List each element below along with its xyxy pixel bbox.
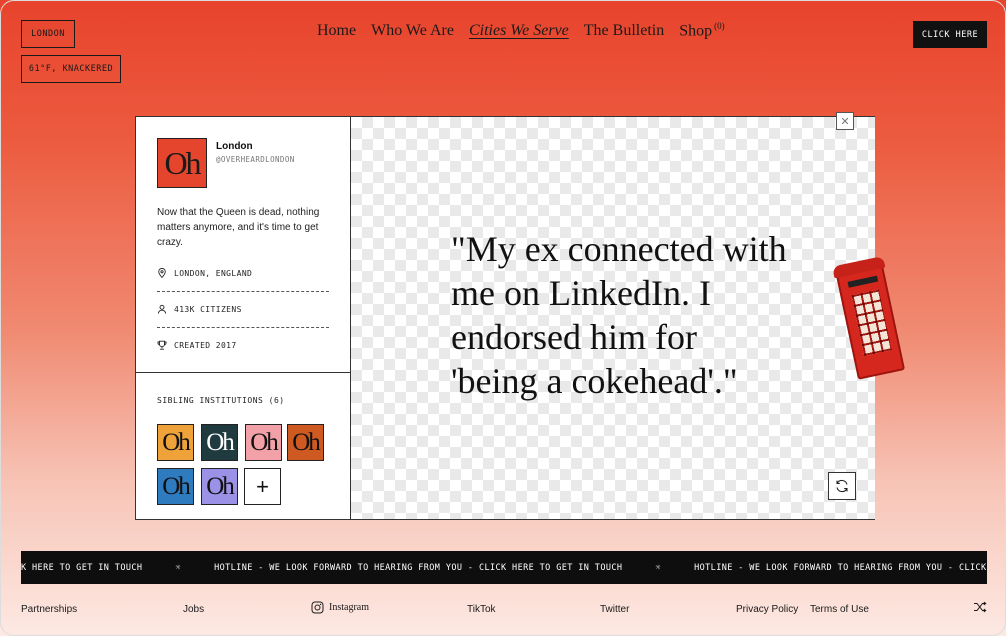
stat-divider bbox=[157, 291, 329, 292]
shuffle-icon bbox=[974, 601, 987, 613]
quote-canvas: "My ex connected with me on LinkedIn. I … bbox=[351, 117, 875, 519]
phone-booth-window bbox=[851, 289, 892, 356]
close-icon: ✕ bbox=[840, 115, 850, 128]
stat-location-text: LONDON, ENGLAND bbox=[174, 268, 253, 278]
trophy-icon bbox=[157, 340, 167, 350]
stat-created-text: CREATED 2017 bbox=[174, 340, 237, 350]
stat-citizens-text: 413K CITIZENS bbox=[174, 304, 242, 314]
city-selector-button[interactable]: LONDON bbox=[21, 20, 75, 48]
ticker-text: K HERE TO GET IN TOUCH ☼ HOTLINE - WE LO… bbox=[21, 562, 987, 573]
location-pin-icon bbox=[158, 268, 166, 278]
footer-tiktok-link[interactable]: TikTok bbox=[467, 604, 496, 615]
cart-count: (0) bbox=[714, 21, 725, 31]
city-sidebar: Oh London @OVERHEARDLONDON Now that the … bbox=[136, 117, 351, 519]
hotline-ticker[interactable]: K HERE TO GET IN TOUCH ☼ HOTLINE - WE LO… bbox=[21, 551, 987, 584]
nav-cities-link[interactable]: Cities We Serve bbox=[469, 22, 569, 40]
instagram-icon bbox=[311, 601, 324, 614]
city-bio: Now that the Queen is dead, nothing matt… bbox=[157, 207, 320, 248]
close-button[interactable]: ✕ bbox=[836, 112, 854, 130]
shuffle-button[interactable] bbox=[973, 601, 987, 616]
sibling-logo[interactable]: Oh bbox=[287, 424, 324, 461]
phone-booth-sign bbox=[847, 275, 879, 288]
nav-who-we-are-link[interactable]: Who We Are bbox=[371, 22, 454, 40]
footer-terms-link[interactable]: Terms of Use bbox=[810, 604, 869, 615]
nav-home-link[interactable]: Home bbox=[317, 22, 356, 40]
quote-text: "My ex connected with me on LinkedIn. I … bbox=[451, 229, 787, 401]
footer-privacy-link[interactable]: Privacy Policy bbox=[736, 604, 798, 615]
city-handle[interactable]: @OVERHEARDLONDON bbox=[216, 155, 295, 164]
nav-bulletin-link[interactable]: The Bulletin bbox=[584, 22, 664, 40]
weather-badge: 61°F, KNACKERED bbox=[21, 55, 121, 83]
footer-twitter-link[interactable]: Twitter bbox=[600, 604, 629, 615]
click-here-button[interactable]: CLICK HERE bbox=[913, 21, 987, 48]
city-logo: Oh bbox=[157, 138, 207, 188]
sibling-logo[interactable]: Oh bbox=[245, 424, 282, 461]
footer-instagram-link[interactable]: Instagram bbox=[311, 601, 369, 614]
stat-created: CREATED 2017 bbox=[157, 330, 329, 360]
sibling-logo[interactable]: Oh bbox=[201, 468, 238, 505]
stat-citizens: 413K CITIZENS bbox=[157, 294, 329, 324]
stat-location: LONDON, ENGLAND bbox=[157, 258, 329, 288]
stat-divider bbox=[157, 327, 329, 328]
sibling-logo[interactable]: Oh bbox=[157, 424, 194, 461]
city-profile: Oh London @OVERHEARDLONDON Now that the … bbox=[136, 117, 350, 373]
city-name: London bbox=[216, 141, 253, 152]
nav-shop-label: Shop bbox=[679, 22, 713, 40]
person-icon bbox=[157, 304, 167, 314]
main-nav: Home Who We Are Cities We Serve The Bull… bbox=[317, 21, 725, 40]
add-sibling-button[interactable]: + bbox=[244, 468, 281, 505]
refresh-quote-button[interactable] bbox=[828, 472, 856, 500]
city-modal: Oh London @OVERHEARDLONDON Now that the … bbox=[135, 112, 875, 520]
sibling-institutions-title: SIBLING INSTITUTIONS (6) bbox=[157, 396, 285, 405]
footer-partnerships-link[interactable]: Partnerships bbox=[21, 604, 77, 615]
refresh-icon bbox=[836, 479, 848, 493]
instagram-label: Instagram bbox=[329, 602, 369, 613]
sibling-logo[interactable]: Oh bbox=[201, 424, 238, 461]
nav-shop-link[interactable]: Shop (0) bbox=[679, 21, 724, 40]
sibling-logo[interactable]: Oh bbox=[157, 468, 194, 505]
footer-jobs-link[interactable]: Jobs bbox=[183, 604, 204, 615]
